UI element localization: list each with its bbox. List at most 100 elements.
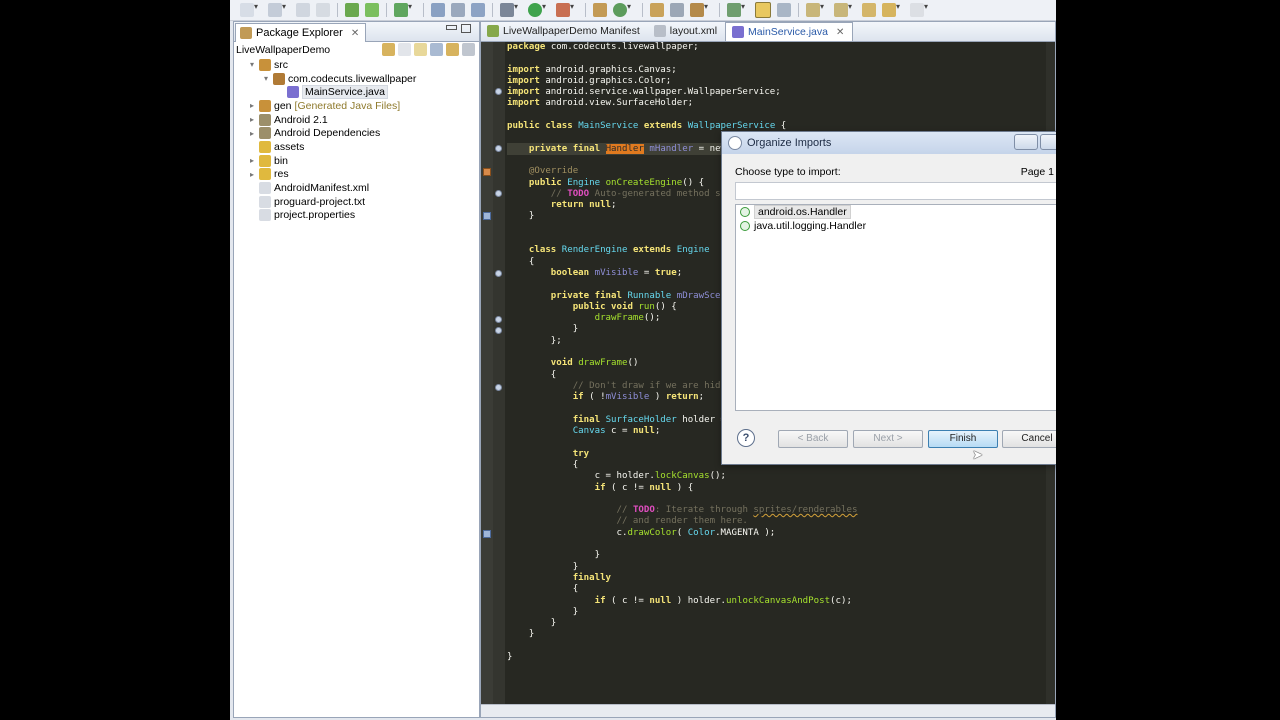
next-button[interactable]: Next >: [853, 430, 923, 448]
previous-edit-icon[interactable]: [834, 2, 852, 17]
tree-item[interactable]: MainService.java: [234, 85, 479, 100]
maximize-icon[interactable]: [461, 24, 471, 33]
next-annotation-icon[interactable]: [727, 2, 745, 17]
task-marker-icon[interactable]: [483, 530, 491, 538]
collapsed-icon[interactable]: ▸: [248, 156, 256, 165]
code-token: final: [507, 414, 606, 425]
link-with-editor-icon[interactable]: [446, 43, 459, 56]
minimize-window-icon[interactable]: [1014, 134, 1038, 150]
code-line: c.drawColor( Color.MAGENTA );: [507, 528, 1045, 539]
new-icon[interactable]: [240, 2, 258, 17]
checkmark-icon[interactable]: [394, 2, 412, 17]
code-token: mVisible: [605, 392, 650, 403]
type-list-item[interactable]: java.util.logging.Handler: [736, 219, 1056, 233]
fold-icon[interactable]: [495, 88, 502, 95]
code-token: try: [507, 448, 590, 459]
minimize-icon[interactable]: [446, 25, 457, 30]
code-token: }: [507, 550, 601, 561]
pencil-icon[interactable]: [690, 2, 708, 17]
collapsed-icon[interactable]: ▸: [248, 170, 256, 179]
collapsed-icon[interactable]: ▸: [248, 129, 256, 138]
type-list[interactable]: android.os.Handler java.util.logging.Hand…: [735, 204, 1056, 411]
next-edit-icon[interactable]: [806, 2, 824, 17]
forward-arrow-icon[interactable]: [910, 2, 928, 17]
collapsed-icon[interactable]: ▸: [248, 101, 256, 110]
horizontal-scrollbar[interactable]: [481, 704, 1055, 717]
editor-tab-label: MainService.java: [748, 26, 828, 38]
forward-icon[interactable]: [398, 43, 411, 56]
tree-item[interactable]: ▾ com.codecuts.livewallpaper: [234, 72, 479, 86]
expanded-icon[interactable]: ▾: [262, 74, 270, 83]
editor-tab[interactable]: MainService.java ✕: [725, 22, 854, 41]
override-marker-icon[interactable]: [483, 212, 491, 220]
fold-icon[interactable]: [495, 316, 502, 323]
tree-item[interactable]: assets: [234, 140, 479, 154]
external-tools-icon[interactable]: [556, 2, 574, 17]
tree-item[interactable]: ▸ res: [234, 168, 479, 182]
open-type-icon[interactable]: [431, 3, 445, 17]
android-sdk-icon[interactable]: [345, 3, 359, 17]
run-icon[interactable]: [528, 2, 546, 17]
print-icon[interactable]: [316, 3, 330, 17]
back-icon[interactable]: [382, 43, 395, 56]
filter-input[interactable]: [735, 182, 1056, 200]
project-name: LiveWallpaperDemo: [236, 44, 331, 56]
collapse-all-icon[interactable]: [430, 43, 443, 56]
code-token: if: [507, 482, 612, 493]
expanded-icon[interactable]: ▾: [248, 60, 256, 69]
fold-icon[interactable]: [495, 384, 502, 391]
tree-item[interactable]: ▸ gen [Generated Java Files]: [234, 99, 479, 113]
editor-tab[interactable]: LiveWallpaperDemo Manifest: [481, 22, 648, 40]
fold-icon[interactable]: [495, 145, 502, 152]
back-arrow-icon[interactable]: [882, 2, 900, 17]
search-icon[interactable]: [451, 3, 465, 17]
cancel-button[interactable]: Cancel: [1002, 430, 1056, 448]
fold-icon[interactable]: [495, 190, 502, 197]
collapsed-icon[interactable]: ▸: [248, 115, 256, 124]
code-line: }: [507, 652, 1045, 663]
package-explorer-header: LiveWallpaperDemo: [234, 42, 479, 58]
close-icon[interactable]: ✕: [351, 28, 359, 39]
code-token: return null: [507, 200, 612, 211]
debug-icon[interactable]: [500, 2, 518, 17]
help-icon[interactable]: ?: [737, 429, 755, 447]
close-icon[interactable]: ✕: [836, 27, 844, 38]
maximize-window-icon[interactable]: [1040, 134, 1056, 150]
tree-item[interactable]: AndroidManifest.xml: [234, 181, 479, 195]
code-token: null: [649, 595, 672, 606]
new-java-class-icon[interactable]: [613, 2, 631, 17]
code-line: package com.codecuts.livewallpaper;: [507, 42, 1045, 53]
tab-package-explorer[interactable]: Package Explorer ✕: [235, 23, 367, 42]
error-marker-icon[interactable]: [483, 168, 491, 176]
tree-item[interactable]: ▸ Android 2.1: [234, 113, 479, 127]
show-whitespace-icon[interactable]: [777, 3, 791, 17]
refresh-icon[interactable]: [670, 3, 684, 17]
tree-item-label: src: [274, 58, 288, 71]
last-edit-location-icon[interactable]: [862, 3, 876, 17]
save-icon[interactable]: [268, 2, 286, 17]
new-java-package-icon[interactable]: [593, 3, 607, 17]
back-button[interactable]: < Back: [778, 430, 848, 448]
tree-item[interactable]: project.properties: [234, 209, 479, 223]
editor-tab[interactable]: layout.xml: [648, 22, 725, 40]
code-token: }: [507, 629, 535, 640]
fold-icon[interactable]: [495, 270, 502, 277]
open-resource-icon[interactable]: [471, 3, 485, 17]
fold-icon[interactable]: [495, 327, 502, 334]
tree-item[interactable]: ▾ src: [234, 58, 479, 72]
tree-item[interactable]: ▸ bin: [234, 154, 479, 168]
toggle-mark-occurrences-icon[interactable]: [755, 2, 771, 18]
code-token: private final: [507, 290, 628, 301]
up-icon[interactable]: [414, 43, 427, 56]
type-list-item[interactable]: android.os.Handler: [736, 205, 1056, 219]
view-menu-icon[interactable]: [462, 43, 475, 56]
tree-item[interactable]: ▸ Android Dependencies: [234, 126, 479, 140]
window-controls: [1014, 134, 1056, 150]
code-token: c.: [507, 527, 628, 538]
finish-button[interactable]: Finish: [928, 430, 998, 448]
save-all-icon[interactable]: [296, 3, 310, 17]
tree-item[interactable]: proguard-project.txt: [234, 195, 479, 209]
open-folder-icon[interactable]: [650, 3, 664, 17]
android-avd-icon[interactable]: [365, 3, 379, 17]
